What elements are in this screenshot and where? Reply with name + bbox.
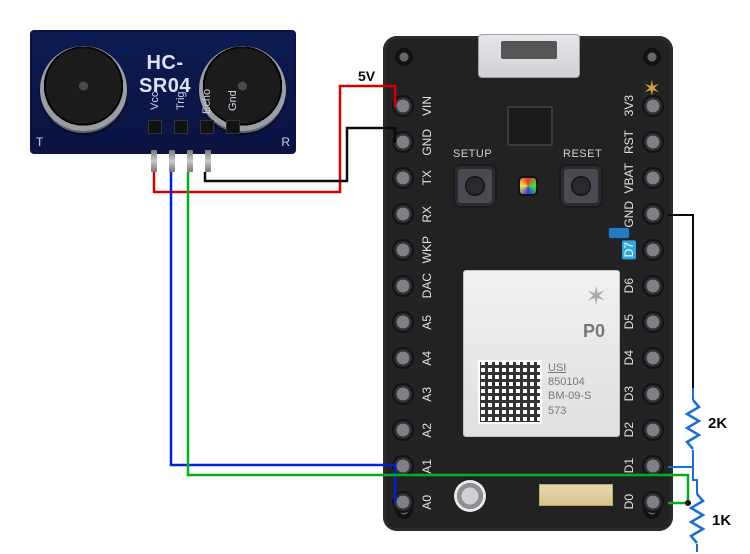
sensor-header-icon	[226, 120, 240, 134]
pin-hole-icon	[642, 95, 664, 117]
pin-a3: A3	[392, 384, 434, 404]
pin-tx: TX	[392, 168, 434, 188]
module-rev: 573	[548, 404, 591, 418]
pin-rst: RST	[622, 132, 664, 152]
pin-d1: D1	[622, 456, 664, 476]
pin-hole-icon	[392, 95, 414, 117]
sensor-t-label: T	[36, 135, 43, 149]
module-model: BM-09-S	[548, 389, 591, 403]
pin-hole-icon	[642, 491, 664, 513]
pin-d2: D2	[622, 420, 664, 440]
pin-hole-icon	[392, 311, 414, 333]
left-pin-column: VIN GND TX RX WKP DAC A5 A4 A3 A2 A1 A0	[392, 96, 434, 512]
pin-tip-icon	[187, 150, 193, 172]
pin-gnd-right: GND	[622, 204, 664, 224]
pin-a1: A1	[392, 456, 434, 476]
qr-code-icon	[478, 360, 542, 424]
reset-button[interactable]	[561, 166, 601, 206]
pin-d6: D6	[622, 276, 664, 296]
pin-tip-icon	[151, 150, 157, 172]
pin-hole-icon	[392, 275, 414, 297]
pin-hole-icon	[642, 383, 664, 405]
sensor-pin-trig: Trig	[175, 84, 187, 118]
pin-hole-icon	[642, 239, 664, 261]
module-vendor: USI	[548, 361, 591, 375]
pin-hole-icon	[642, 455, 664, 477]
resistor-2k-label: 2K	[708, 415, 727, 432]
rgb-led-icon	[520, 178, 536, 194]
sensor-pin-echo: Echo	[201, 84, 213, 118]
setup-button-label: SETUP	[453, 148, 492, 160]
pin-d4: D4	[622, 348, 664, 368]
module-part: 850104	[548, 375, 591, 389]
chip-antenna-icon	[539, 484, 613, 506]
pin-d7: D7	[622, 240, 664, 260]
pin-a0: A0	[392, 492, 434, 512]
pin-vbat: VBAT	[622, 168, 664, 188]
pin-d3: D3	[622, 384, 664, 404]
pin-hole-icon	[392, 491, 414, 513]
wifi-module-shield: ✶ P0 USI 850104 BM-09-S 573	[463, 270, 620, 437]
pin-hole-icon	[642, 347, 664, 369]
mounting-hole-icon	[395, 48, 413, 66]
pin-hole-icon	[642, 203, 664, 225]
sensor-pin-gnd: Gnd	[227, 84, 239, 118]
wire-resistor-1k-top	[693, 467, 697, 494]
pin-hole-icon	[642, 275, 664, 297]
spark-logo-shield-icon: ✶	[585, 281, 607, 312]
particle-photon-board: ✶ SETUP RESET VIN GND TX RX WKP DAC A5 A…	[383, 36, 673, 531]
pin-hole-icon	[392, 419, 414, 441]
pin-d0: D0	[622, 492, 664, 512]
reset-button-label: RESET	[563, 148, 602, 160]
pin-vin: VIN	[392, 96, 434, 116]
sensor-transmitter-icon	[40, 46, 127, 133]
pin-rx: RX	[392, 204, 434, 224]
sensor-pin-tips	[151, 150, 211, 172]
pin-hole-icon	[392, 203, 414, 225]
ufl-antenna-connector-icon	[457, 483, 483, 509]
resistor-1k-label: 1K	[712, 512, 731, 529]
pin-a4: A4	[392, 348, 434, 368]
pin-hole-icon	[392, 383, 414, 405]
mounting-hole-icon	[643, 48, 661, 66]
pin-a2: A2	[392, 420, 434, 440]
pin-hole-icon	[642, 311, 664, 333]
resistor-1k-icon	[691, 494, 703, 543]
sensor-pin-vcc: Vcc	[149, 84, 161, 118]
pin-hole-icon	[392, 455, 414, 477]
voltage-regulator-icon	[507, 106, 553, 146]
pin-d5: D5	[622, 312, 664, 332]
pin-hole-icon	[642, 419, 664, 441]
pin-wkp: WKP	[392, 240, 434, 260]
sensor-header-icon	[174, 120, 188, 134]
pin-dac: DAC	[392, 276, 434, 296]
sensor-header-icon	[200, 120, 214, 134]
module-info: USI 850104 BM-09-S 573	[548, 361, 591, 418]
pin-hole-icon	[392, 167, 414, 189]
five-volt-label: 5V	[358, 68, 375, 84]
hc-sr04-sensor: T R HC-SR04 Vcc Trig Echo Gnd	[30, 30, 296, 154]
wire-trig	[171, 172, 395, 503]
sensor-pin-row: Vcc Trig Echo Gnd	[148, 84, 240, 134]
node-d0	[685, 500, 691, 506]
pin-hole-icon	[392, 239, 414, 261]
resistor-2k-icon	[687, 400, 699, 449]
usb-connector-icon	[478, 34, 580, 78]
sensor-header-icon	[148, 120, 162, 134]
pin-hole-icon	[642, 167, 664, 189]
sensor-r-label: R	[281, 135, 290, 149]
pin-hole-icon	[642, 131, 664, 153]
pin-tip-icon	[169, 150, 175, 172]
pin-3v3: 3V3	[622, 96, 664, 116]
right-pin-column: 3V3 RST VBAT GND D7 D6 D5 D4 D3 D2 D1 D0	[622, 96, 664, 512]
pin-hole-icon	[392, 347, 414, 369]
pin-hole-icon	[392, 131, 414, 153]
module-name: P0	[583, 321, 605, 342]
pin-gnd-left: GND	[392, 132, 434, 152]
pin-tip-icon	[205, 150, 211, 172]
pin-a5: A5	[392, 312, 434, 332]
setup-button[interactable]	[455, 166, 495, 206]
